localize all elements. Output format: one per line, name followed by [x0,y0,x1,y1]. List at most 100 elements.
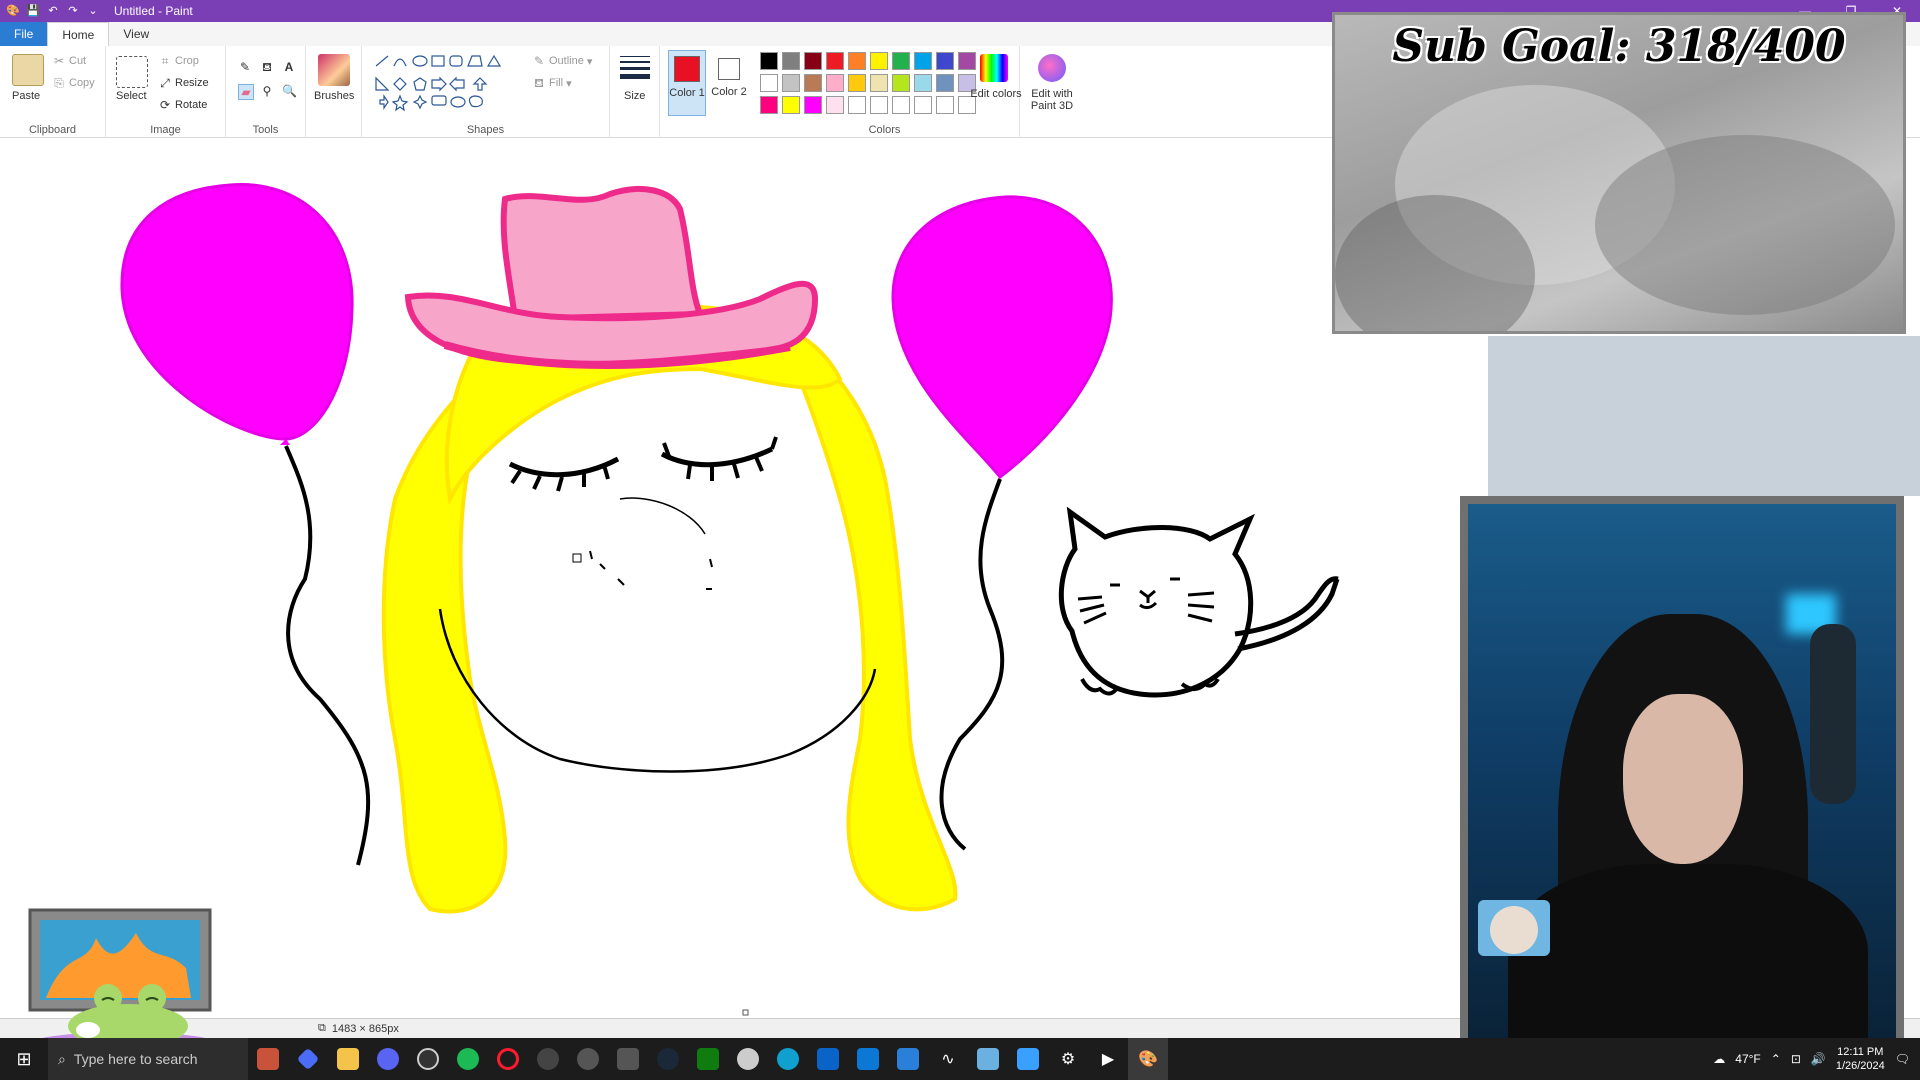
paste-icon[interactable] [12,54,44,86]
app-icon-5[interactable] [1008,1038,1048,1080]
cut-button[interactable]: ✂ Cut [52,54,86,68]
rainbow-icon[interactable] [980,54,1008,82]
palette-swatch[interactable] [782,74,800,92]
select-icon[interactable] [116,56,148,88]
outline-button[interactable]: ✎ Outline ▾ [532,54,592,68]
tab-file[interactable]: File [0,22,48,46]
notifications-icon[interactable]: 🗨 [1895,1052,1910,1066]
brushes-button[interactable]: Brushes [314,90,354,102]
copy-button[interactable]: ⎘ Copy [52,76,95,90]
fill-icon: ⛾ [534,76,544,90]
app-grid-icon[interactable] [568,1038,608,1080]
shapes-gallery[interactable] [374,54,524,114]
edge-icon[interactable] [768,1038,808,1080]
audio-icon[interactable]: ∿ [928,1038,968,1080]
network-icon[interactable]: ⊡ [1791,1052,1801,1066]
magnifier-tool[interactable]: 🔍 [282,84,297,98]
settings-icon[interactable]: ⚙ [1048,1038,1088,1080]
palette-swatch[interactable] [914,52,932,70]
customize-toolbar-icon[interactable]: ⌄ [86,4,100,18]
edit-with-paint3d-button[interactable]: Edit with Paint 3D [1022,88,1082,112]
size-lines-icon[interactable] [620,56,650,79]
text-tool[interactable]: A [282,60,296,74]
palette-swatch[interactable] [848,74,866,92]
file-explorer-icon[interactable] [328,1038,368,1080]
rotate-button[interactable]: ⟳ Rotate [158,98,207,112]
crop-button[interactable]: ⌗ Crop [158,54,199,68]
palette-swatch[interactable] [782,52,800,70]
tab-home[interactable]: Home [47,22,110,46]
palette-swatch[interactable] [760,74,778,92]
fill-tool[interactable]: ⛾ [260,60,274,74]
save-icon[interactable]: 💾 [26,4,40,18]
palette-swatch[interactable] [848,52,866,70]
palette-swatch[interactable] [914,96,932,114]
color-picker-tool[interactable]: ⚲ [260,84,274,98]
brush-icon[interactable] [318,54,350,86]
size-button[interactable]: Size [624,90,645,102]
palette-swatch[interactable] [936,52,954,70]
palette-swatch[interactable] [870,96,888,114]
palette-swatch[interactable] [804,74,822,92]
palette-swatch[interactable] [914,74,932,92]
paint-taskbar-icon[interactable]: 🎨 [1128,1038,1168,1080]
edit-colors-button[interactable]: Edit colors [970,88,1022,100]
steam-icon[interactable] [648,1038,688,1080]
clock[interactable]: 12:11 PM 1/26/2024 [1836,1045,1885,1073]
palette-swatch[interactable] [892,96,910,114]
copy-icon: ⎘ [54,76,64,90]
paint3d-icon[interactable] [1038,54,1066,82]
app-icon-3[interactable] [728,1038,768,1080]
brushes-group: Brushes [306,46,362,138]
palette-swatch[interactable] [892,74,910,92]
palette-swatch[interactable] [782,96,800,114]
outlook-icon[interactable] [808,1038,848,1080]
resize-button[interactable]: ⤢ Resize [158,76,208,90]
media-player-icon[interactable]: ▶ [1088,1038,1128,1080]
weather-icon[interactable]: ☁ [1713,1052,1725,1066]
spotify-icon[interactable] [448,1038,488,1080]
brushes-label: Brushes [314,90,355,102]
palette-swatch[interactable] [848,96,866,114]
tab-view[interactable]: View [109,22,163,46]
weather-text[interactable]: 47°F [1735,1052,1760,1066]
palette-swatch[interactable] [870,74,888,92]
canvas-size-icon: ⧉ [318,1022,326,1034]
taskbar-gift-icon[interactable] [248,1038,288,1080]
browser-icon[interactable] [528,1038,568,1080]
calendar-icon[interactable] [888,1038,928,1080]
palette-swatch[interactable] [936,96,954,114]
palette-swatch[interactable] [804,96,822,114]
fill-button[interactable]: ⛾ Fill ▾ [532,76,572,90]
palette-swatch[interactable] [936,74,954,92]
opera-icon[interactable] [488,1038,528,1080]
color2-button[interactable]: Color 2 [710,50,748,116]
palette-swatch[interactable] [760,96,778,114]
paste-button[interactable]: Paste [12,90,40,102]
palette-swatch[interactable] [804,52,822,70]
eraser-tool[interactable]: ▰ [238,84,254,100]
obs-icon[interactable] [408,1038,448,1080]
palette-swatch[interactable] [826,74,844,92]
pencil-tool[interactable]: ✎ [238,60,252,74]
palette-swatch[interactable] [826,52,844,70]
xbox-icon[interactable] [688,1038,728,1080]
app-icon-4[interactable] [968,1038,1008,1080]
taskbar-search[interactable]: ⌕ Type here to search [48,1038,248,1080]
chevron-up-icon[interactable]: ⌃ [1771,1052,1781,1066]
discord-icon[interactable] [368,1038,408,1080]
app-icon-2[interactable] [608,1038,648,1080]
taskbar-app-icon[interactable] [288,1038,328,1080]
palette-swatch[interactable] [870,52,888,70]
palette-swatch[interactable] [892,52,910,70]
volume-icon[interactable]: 🔊 [1811,1052,1826,1066]
start-button[interactable]: ⊞ [0,1038,48,1080]
palette-swatch[interactable] [760,52,778,70]
undo-icon[interactable]: ↶ [46,4,60,18]
mail-icon[interactable] [848,1038,888,1080]
canvas-resize-handle[interactable] [742,1009,749,1016]
select-button[interactable]: Select [116,90,147,102]
color1-button[interactable]: Color 1 [668,50,706,116]
palette-swatch[interactable] [826,96,844,114]
redo-icon[interactable]: ↷ [66,4,80,18]
